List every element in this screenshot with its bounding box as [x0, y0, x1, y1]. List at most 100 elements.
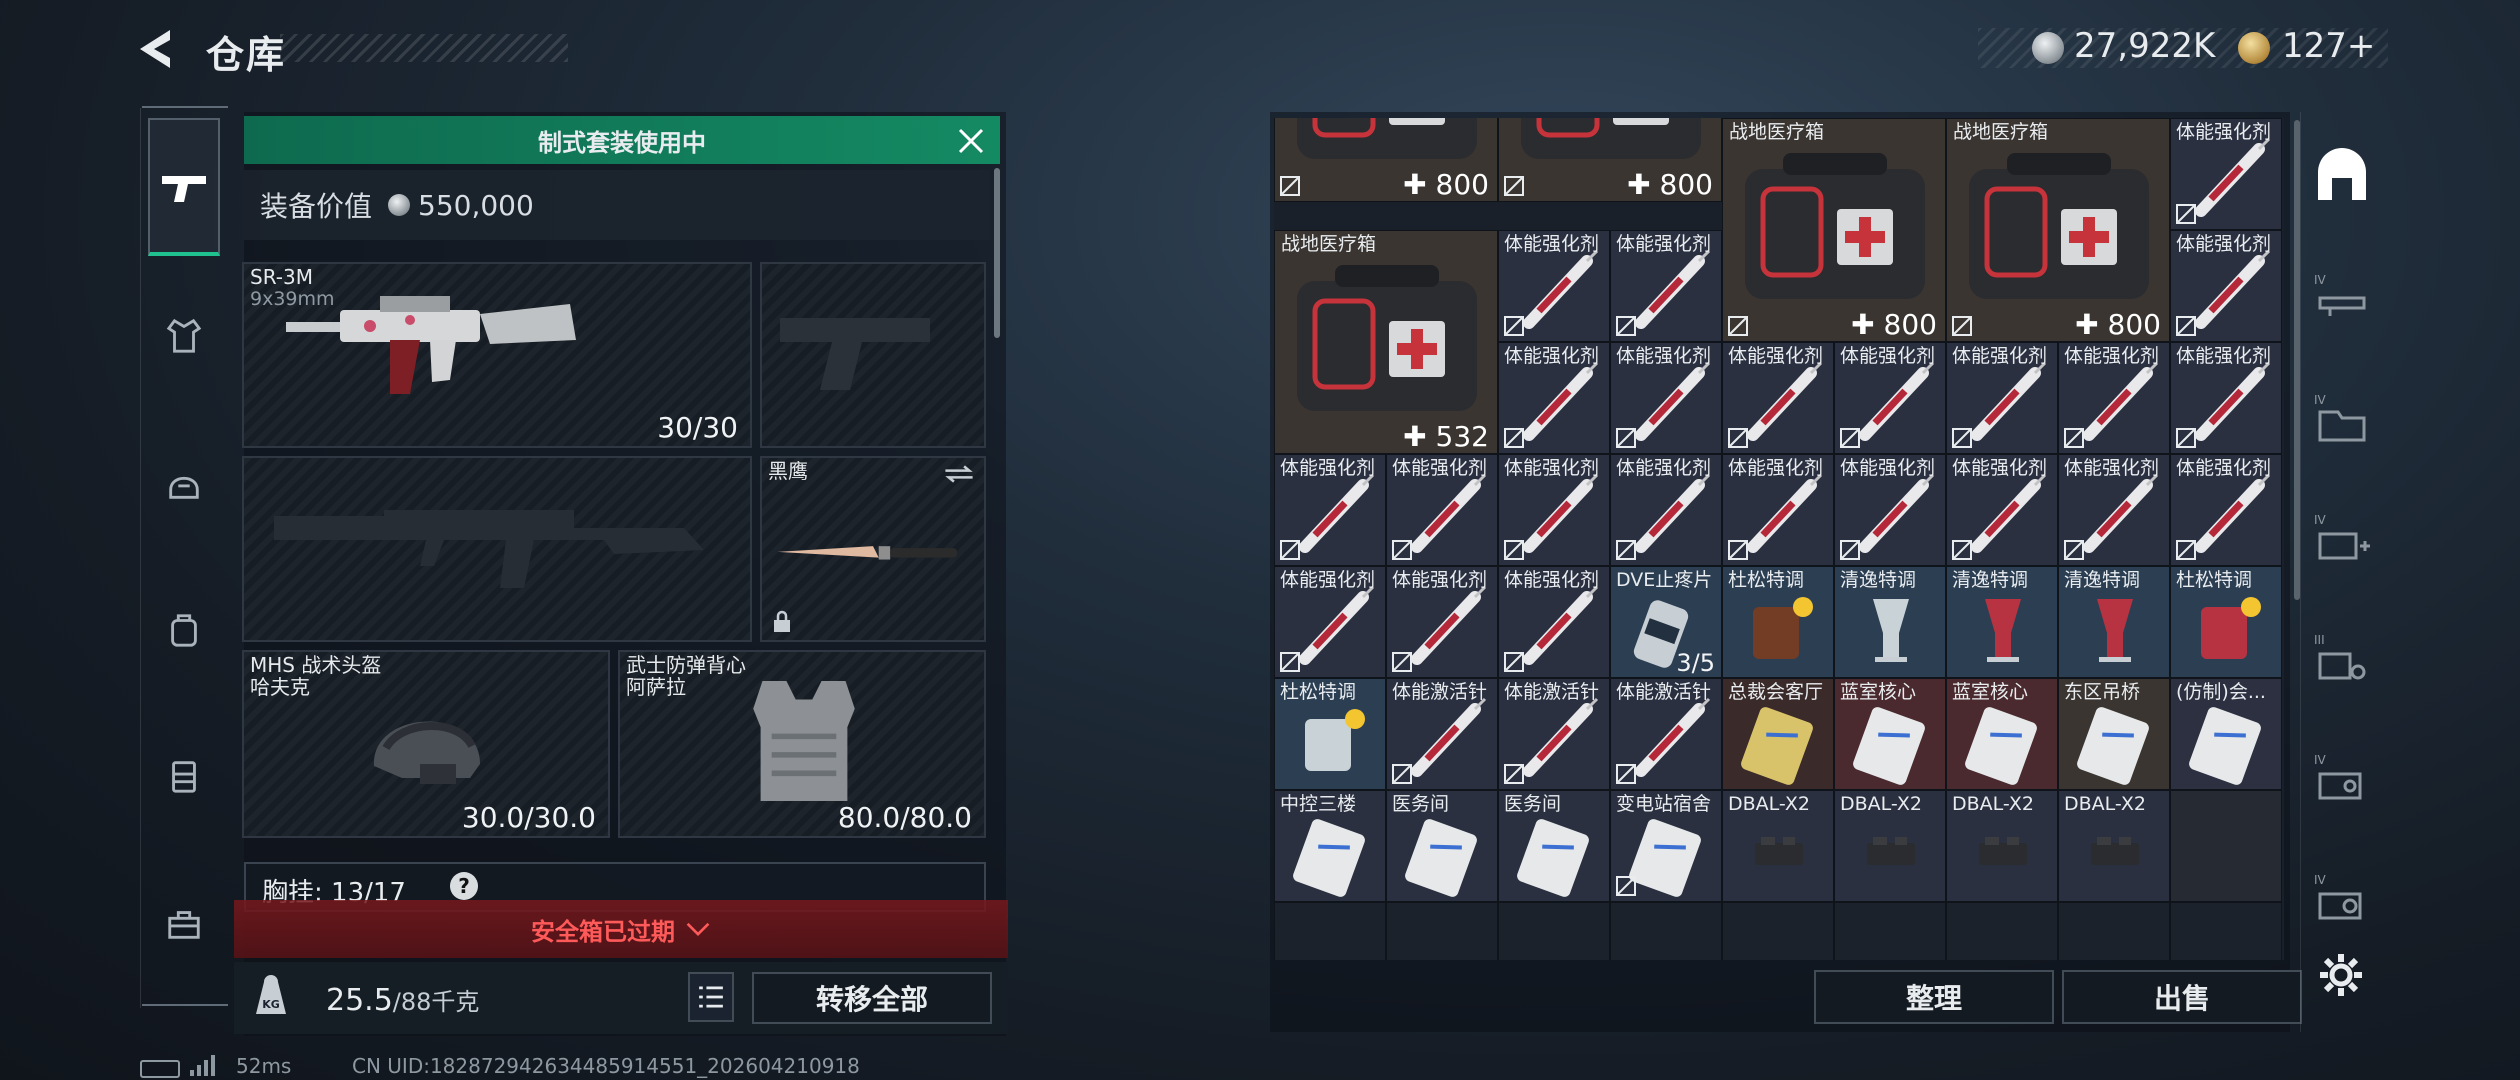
inventory-item[interactable]: 体能强化剂 [1610, 454, 1722, 566]
inventory-item[interactable]: 体能强化剂 [1722, 454, 1834, 566]
storage-tab-7[interactable]: IV [2310, 868, 2374, 932]
inventory-item[interactable]: 体能强化剂 [1834, 342, 1946, 454]
inventory-item[interactable]: DBAL-X2 [2058, 790, 2170, 902]
back-arrow-icon[interactable] [134, 26, 180, 72]
inventory-item[interactable]: 东区吊桥 [2058, 678, 2170, 790]
inventory-item[interactable]: 体能强化剂 [1498, 454, 1610, 566]
inventory-item[interactable]: 体能强化剂 [2058, 342, 2170, 454]
inventory-item[interactable]: 体能强化剂 [1722, 342, 1834, 454]
storage-tab-6[interactable]: IV [2310, 748, 2374, 812]
inventory-item[interactable]: 变电站宿舍 [1610, 790, 1722, 902]
secondary-weapon-slot[interactable] [242, 456, 752, 642]
inventory-item[interactable]: 医务间 [1498, 790, 1610, 902]
inventory-item[interactable] [1498, 902, 1610, 960]
inventory-item[interactable]: (仿制)会... [2170, 678, 2282, 790]
inventory-item[interactable] [2170, 902, 2282, 960]
storage-tab-4[interactable]: IV [2310, 508, 2374, 572]
item-name: 体能强化剂 [1728, 457, 1824, 479]
gear-icon[interactable] [2316, 950, 2366, 1000]
inventory-item[interactable]: 杜松特调 [2170, 566, 2282, 678]
inventory-item[interactable] [1834, 902, 1946, 960]
storage-tab-home[interactable] [2310, 148, 2374, 212]
non-transferable-icon [1840, 540, 1860, 560]
inventory-item[interactable]: 体能强化剂 [1386, 454, 1498, 566]
inventory-item[interactable]: 体能强化剂 [1946, 342, 2058, 454]
inventory-item[interactable]: 杜松特调 [1722, 566, 1834, 678]
inventory-item[interactable]: 蓝室核心 [1946, 678, 2058, 790]
inventory-item[interactable]: 清逸特调 [1834, 566, 1946, 678]
nav-tab-backpack[interactable] [148, 594, 220, 666]
nav-tab-weapon[interactable] [148, 118, 220, 256]
sort-button[interactable]: 整理 [1814, 970, 2054, 1024]
inventory-item[interactable]: 体能强化剂 [1274, 454, 1386, 566]
primary-weapon-slot[interactable]: SR-3M 9x39mm 30/30 [242, 262, 752, 448]
inventory-item[interactable]: 清逸特调 [2058, 566, 2170, 678]
sell-button[interactable]: 出售 [2062, 970, 2302, 1024]
nav-tab-supply[interactable] [148, 888, 220, 960]
inventory-item[interactable]: DBAL-X2 [1834, 790, 1946, 902]
inventory-item[interactable]: 体能激活针 [1498, 678, 1610, 790]
inventory-item[interactable]: 体能强化剂 [1498, 566, 1610, 678]
medkit-item[interactable]: ✚ 800 [1498, 118, 1722, 202]
transfer-all-button[interactable]: 转移全部 [752, 972, 992, 1024]
non-transferable-icon [1392, 652, 1412, 672]
inventory-item[interactable]: 体能激活针 [1386, 678, 1498, 790]
inventory-item[interactable] [1610, 902, 1722, 960]
inventory-item[interactable]: DVE止疼片 3/5 [1610, 566, 1722, 678]
inventory-item[interactable]: 清逸特调 [1946, 566, 2058, 678]
inventory-item[interactable] [1722, 902, 1834, 960]
medkit-item[interactable]: 战地医疗箱 ✚ 800 [1946, 118, 2170, 342]
inventory-item[interactable]: 体能激活针 [1610, 678, 1722, 790]
inventory-item[interactable]: 体能强化剂 [2170, 230, 2282, 342]
inventory-item[interactable]: 体能强化剂 [1386, 566, 1498, 678]
inventory-item[interactable]: 医务间 [1386, 790, 1498, 902]
loadout-scrollbar[interactable] [994, 168, 1000, 338]
gold-currency[interactable]: 127+ [2282, 26, 2375, 66]
melee-slot[interactable]: 黑鹰 [760, 456, 986, 642]
inventory-item[interactable] [1274, 902, 1386, 960]
storage-tab-3[interactable]: IV [2310, 388, 2374, 452]
inventory-item[interactable]: 总裁会客厅 [1722, 678, 1834, 790]
inventory-item[interactable]: 蓝室核心 [1834, 678, 1946, 790]
close-icon[interactable] [956, 126, 986, 156]
medkit-item[interactable]: 战地医疗箱 ✚ 532 [1274, 230, 1498, 454]
help-icon[interactable]: ? [450, 872, 478, 900]
inventory-item[interactable]: 体能强化剂 [1946, 454, 2058, 566]
inventory-item[interactable]: 体能强化剂 [1610, 230, 1722, 342]
item-name: 体能强化剂 [1280, 457, 1376, 479]
inventory-item[interactable] [1386, 902, 1498, 960]
inventory-item[interactable]: 体能强化剂 [1610, 342, 1722, 454]
inventory-item[interactable]: 体能强化剂 [2170, 342, 2282, 454]
medkit-item[interactable]: ✚ 800 [1274, 118, 1498, 202]
inventory-item[interactable] [1946, 902, 2058, 960]
inventory-item[interactable]: 体能强化剂 [2170, 118, 2282, 230]
nav-tab-outfit[interactable] [148, 300, 220, 372]
storage-tab-5[interactable]: III [2310, 628, 2374, 692]
inventory-item[interactable]: DBAL-X2 [1946, 790, 2058, 902]
item-name: 体能强化剂 [1952, 457, 2048, 479]
body-armor-slot[interactable]: 武士防弹背心 阿萨拉 80.0/80.0 [618, 650, 986, 838]
svg-text:KG: KG [262, 998, 280, 1011]
inventory-item[interactable]: 体能强化剂 [1498, 342, 1610, 454]
inventory-item[interactable]: 体能强化剂 [1274, 566, 1386, 678]
inventory-item[interactable]: DBAL-X2 [1722, 790, 1834, 902]
inventory-item[interactable] [2058, 902, 2170, 960]
item-name: 杜松特调 [1280, 681, 1357, 703]
safebox-expired-bar[interactable]: 安全箱已过期 [234, 900, 1008, 958]
inventory-item[interactable]: 体能强化剂 [1834, 454, 1946, 566]
sidearm-slot[interactable] [760, 262, 986, 448]
inventory-item[interactable]: 中控三楼 [1274, 790, 1386, 902]
inventory-item[interactable] [2170, 790, 2282, 902]
inventory-item[interactable]: 体能强化剂 [2058, 454, 2170, 566]
list-view-button[interactable] [688, 972, 734, 1022]
nav-tab-armor[interactable] [148, 448, 220, 520]
medkit-item[interactable]: 战地医疗箱 ✚ 800 [1722, 118, 1946, 342]
helmet-slot[interactable]: MHS 战术头盔 哈夫克 30.0/30.0 [242, 650, 610, 838]
inventory-item[interactable]: 体能强化剂 [2170, 454, 2282, 566]
silver-currency[interactable]: 27,922K [2074, 26, 2215, 66]
nav-tab-rig[interactable] [148, 740, 220, 812]
swap-icon[interactable] [942, 464, 976, 484]
inventory-item[interactable]: 杜松特调 [1274, 678, 1386, 790]
inventory-item[interactable]: 体能强化剂 [1498, 230, 1610, 342]
storage-tab-2[interactable]: IV [2310, 268, 2374, 332]
